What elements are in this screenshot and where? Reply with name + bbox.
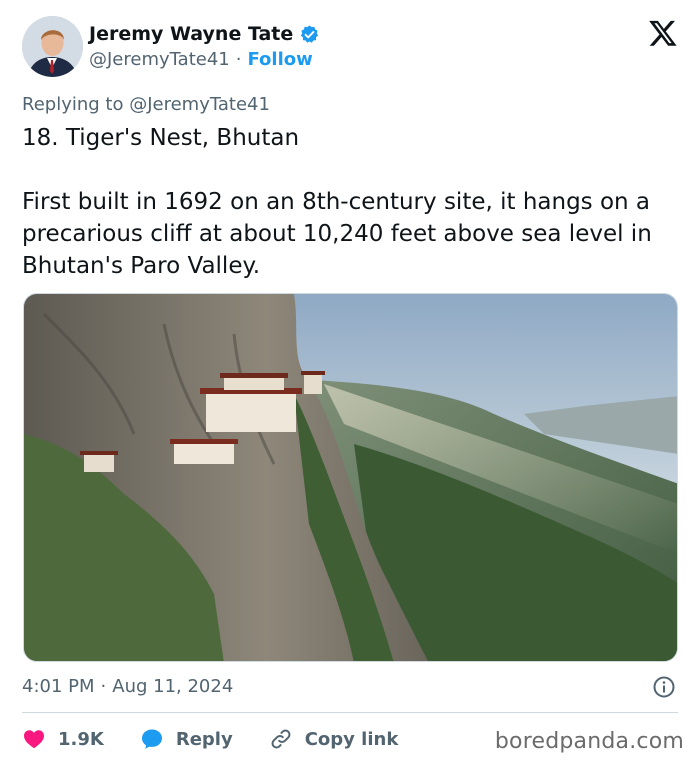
speech-bubble-icon bbox=[141, 729, 162, 749]
replying-to-line: Replying to @JeremyTate41 bbox=[22, 94, 270, 115]
action-bar: 1.9K Reply Copy link bbox=[22, 724, 434, 754]
replying-to-mention[interactable]: @JeremyTate41 bbox=[129, 94, 270, 115]
reply-button[interactable]: Reply bbox=[140, 727, 233, 751]
author-handle-row: @JeremyTate41 · Follow bbox=[89, 49, 313, 70]
watermark: boredpanda.com bbox=[494, 729, 684, 754]
author-display-name[interactable]: Jeremy Wayne Tate bbox=[89, 23, 293, 45]
like-button[interactable]: 1.9K bbox=[22, 727, 104, 751]
like-count: 1.9K bbox=[58, 728, 104, 750]
info-icon[interactable] bbox=[652, 675, 676, 699]
post-title: 18. Tiger's Nest, Bhutan bbox=[22, 125, 300, 151]
reply-label: Reply bbox=[175, 728, 233, 750]
handle-separator: · bbox=[235, 49, 242, 70]
replying-prefix: Replying to bbox=[22, 94, 124, 115]
link-icon bbox=[271, 729, 291, 749]
copy-link-button[interactable]: Copy link bbox=[269, 727, 399, 751]
post-date: Aug 11, 2024 bbox=[112, 676, 234, 697]
avatar[interactable] bbox=[22, 16, 83, 77]
author-name-row: Jeremy Wayne Tate bbox=[89, 23, 320, 45]
verified-badge-icon bbox=[301, 24, 319, 43]
tigers-nest-photo bbox=[24, 294, 677, 661]
author-handle[interactable]: @JeremyTate41 bbox=[89, 49, 230, 70]
timestamp-separator: · bbox=[100, 676, 107, 697]
x-logo-icon[interactable] bbox=[648, 18, 678, 48]
post-time: 4:01 PM bbox=[22, 676, 95, 697]
tweet-header: Jeremy Wayne Tate @JeremyTate41 · Follow bbox=[22, 16, 682, 78]
post-timestamp[interactable]: 4:01 PM · Aug 11, 2024 bbox=[22, 676, 233, 697]
heart-icon bbox=[24, 730, 44, 749]
divider bbox=[22, 712, 678, 713]
post-photo[interactable] bbox=[23, 293, 678, 662]
post-body: First built in 1692 on an 8th-century si… bbox=[22, 189, 652, 279]
follow-button[interactable]: Follow bbox=[247, 49, 312, 70]
copy-link-label: Copy link bbox=[304, 728, 399, 750]
